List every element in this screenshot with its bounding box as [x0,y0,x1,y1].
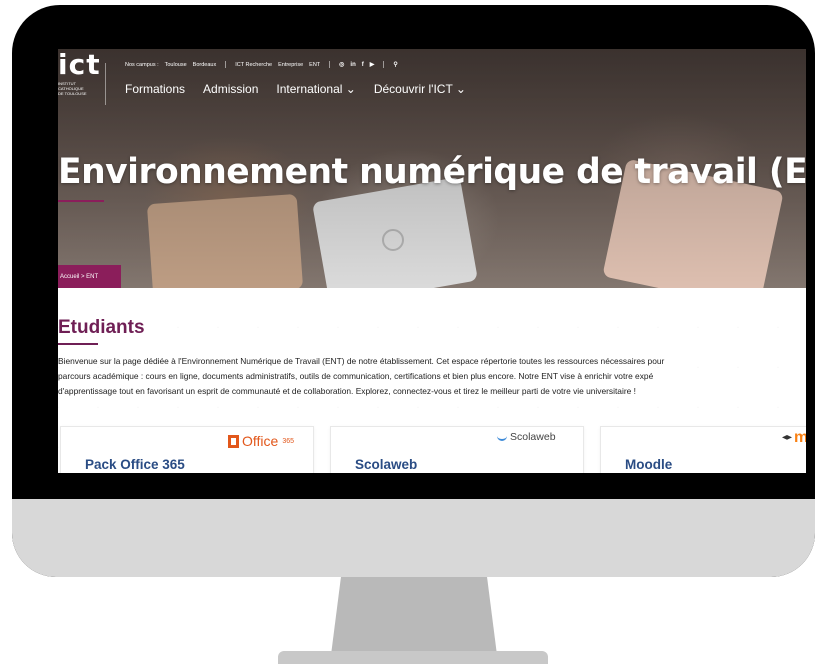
card-moodle[interactable]: moo Moodle [600,426,806,473]
card-title[interactable]: Moodle [625,457,672,472]
page-title: Environnement numérique de travail (ENT) [58,152,806,192]
entreprise-link[interactable]: Entreprise [278,62,303,68]
linkedin-icon[interactable]: in [350,62,355,68]
topbar-divider-2 [329,61,331,68]
facebook-icon[interactable]: f [362,62,364,68]
nav-formations[interactable]: Formations [125,82,185,96]
office-logo: Office 365 [228,433,294,449]
browser-screen: ict INSTITUT CATHOLIQUE DE TOULOUSE Nos … [58,49,806,473]
search-icon[interactable]: ⚲ [393,61,397,68]
section-underline [58,343,98,345]
title-accent-line [58,200,104,202]
scolaweb-logo-text: Scolaweb [510,431,556,443]
moodle-cap-icon [782,435,792,440]
youtube-icon[interactable]: ▶ [370,61,375,68]
monitor-frame: ict INSTITUT CATHOLIQUE DE TOULOUSE Nos … [12,5,815,577]
card-scolaweb[interactable]: Scolaweb Scolaweb [330,426,584,473]
content-section: Etudiants Bienvenue sur la page dédiée à… [58,288,806,473]
top-bar: Nos campus : Toulouse Bordeaux ICT Reche… [125,61,398,68]
campus-label: Nos campus : [125,61,159,68]
section-title: Etudiants [58,317,145,338]
campus-toulouse-link[interactable]: Toulouse [165,62,187,68]
office-logo-text: Office [242,433,279,449]
card-office365[interactable]: Office 365 Pack Office 365 [60,426,314,473]
monitor-stand-base [278,651,548,664]
intro-line: parcours académique : cours en ligne, do… [58,371,654,381]
card-title[interactable]: Scolaweb [355,457,417,472]
scolaweb-icon [497,434,507,441]
campus-bordeaux-link[interactable]: Bordeaux [193,62,217,68]
office-icon [228,434,239,448]
intro-line: d'apprentissage tout en favorisant un es… [58,386,636,396]
topbar-divider-3 [383,61,385,68]
moodle-logo: moo [782,429,806,447]
logo-divider [105,63,106,105]
hero-banner: ict INSTITUT CATHOLIQUE DE TOULOUSE Nos … [58,49,806,310]
nav-international[interactable]: International ⌄ [276,82,355,96]
ent-link[interactable]: ENT [309,62,320,68]
scolaweb-logo: Scolaweb [497,431,556,443]
logo-text: ict [58,49,101,81]
logo-subtitle: INSTITUT CATHOLIQUE DE TOULOUSE [58,81,87,96]
monitor-chin [12,499,815,577]
ict-recherche-link[interactable]: ICT Recherche [235,62,272,68]
moodle-logo-text: moo [794,429,806,446]
card-title[interactable]: Pack Office 365 [85,457,185,472]
breadcrumb[interactable]: Accueil > ENT [58,265,121,288]
site-logo[interactable]: ict INSTITUT CATHOLIQUE DE TOULOUSE [58,49,101,97]
topbar-divider [225,61,227,68]
main-nav: Formations Admission International ⌄ Déc… [125,82,466,96]
instagram-icon[interactable]: ◎ [339,61,344,68]
intro-line: Bienvenue sur la page dédiée à l'Environ… [58,356,665,366]
nav-admission[interactable]: Admission [203,82,258,96]
monitor-stand [331,577,497,655]
intro-text: Bienvenue sur la page dédiée à l'Environ… [58,354,806,399]
nav-decouvrir[interactable]: Découvrir l'ICT ⌄ [374,82,466,96]
office-logo-sub: 365 [282,437,294,445]
